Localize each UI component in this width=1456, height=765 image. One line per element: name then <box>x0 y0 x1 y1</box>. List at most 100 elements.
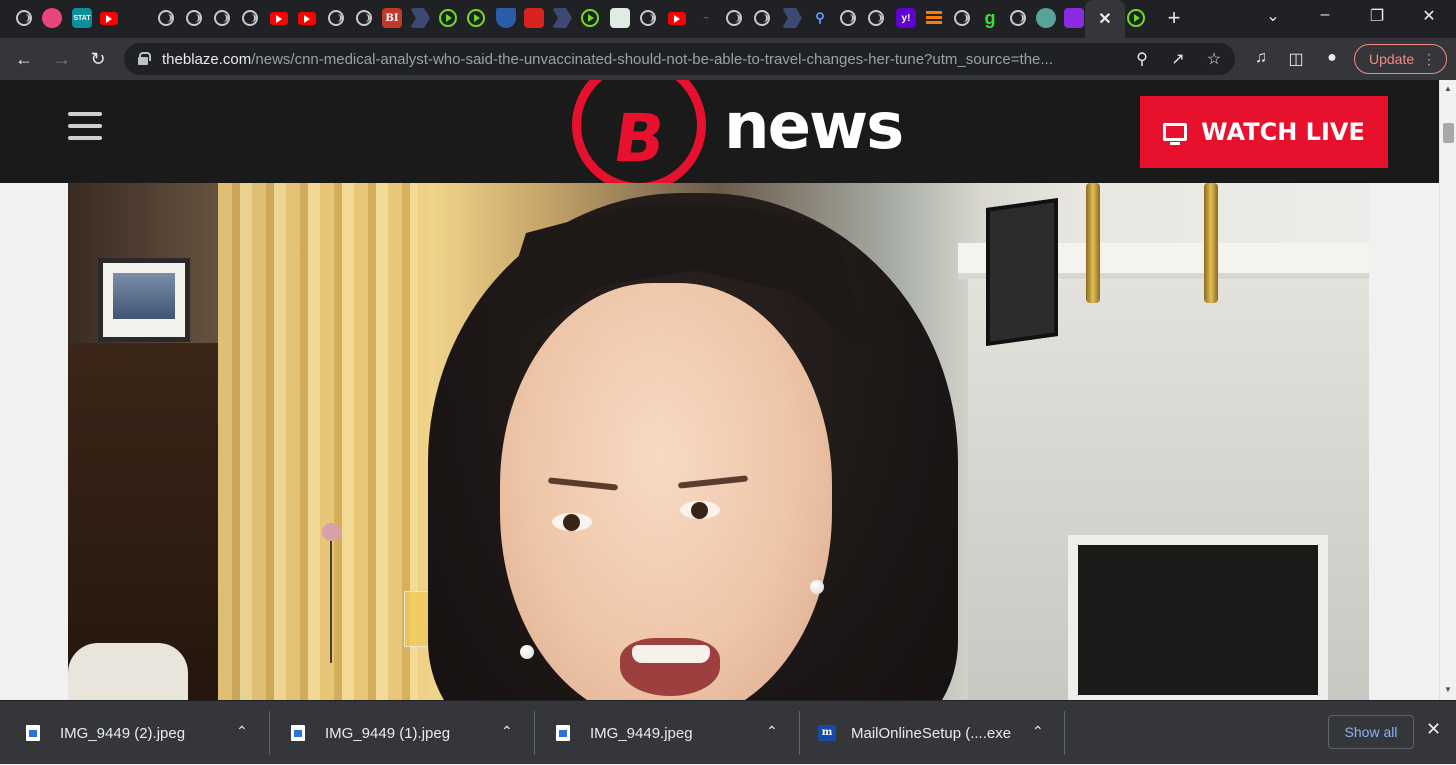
download-item[interactable]: IMG_9449.jpeg <box>556 701 693 765</box>
tab-globe-icon[interactable] <box>156 8 176 28</box>
media-control-icon[interactable]: ♫ <box>1250 49 1272 67</box>
tab-globe-icon[interactable] <box>866 8 886 28</box>
tab-shield-icon[interactable] <box>496 8 516 28</box>
tab-globe-icon[interactable] <box>212 8 232 28</box>
web-page: B news WATCH LIVE <box>0 80 1439 700</box>
blaze-logo-icon[interactable]: B <box>572 80 706 192</box>
tab-youtube-icon[interactable] <box>270 12 288 25</box>
tab-close-icon[interactable]: ✕ <box>1085 0 1125 38</box>
address-bar[interactable]: theblaze.com/news/cnn-medical-analyst-wh… <box>124 43 1235 75</box>
image-file-icon <box>26 725 40 741</box>
new-tab-icon[interactable]: + <box>1164 5 1184 30</box>
forward-arrow-icon[interactable]: → <box>50 47 74 71</box>
divider <box>1064 711 1065 755</box>
bookmark-star-icon[interactable]: ☆ <box>1204 49 1224 69</box>
tab-youtube-icon[interactable] <box>100 12 118 25</box>
tab-yahoo-icon[interactable]: y! <box>896 8 916 28</box>
download-bar: IMG_9449 (2).jpeg ⌃ IMG_9449 (1).jpeg ⌃ … <box>0 700 1456 764</box>
page-scrollbar[interactable]: ▲ ▼ <box>1439 80 1456 700</box>
tab-flag-icon[interactable] <box>410 8 430 28</box>
logo-news-text[interactable]: news <box>724 90 904 164</box>
browser-toolbar: ← → ↻ theblaze.com/news/cnn-medical-anal… <box>0 38 1456 80</box>
logo-letter: B <box>608 99 670 177</box>
earring-image <box>520 645 534 659</box>
menu-dots-icon[interactable]: ⋮ <box>1422 45 1436 73</box>
restore-icon[interactable]: ❐ <box>1362 6 1392 26</box>
tab-flag-icon[interactable] <box>552 8 572 28</box>
download-filename: IMG_9449 (2).jpeg <box>60 724 186 742</box>
chevron-up-icon[interactable]: ⌃ <box>1032 723 1044 740</box>
tab-globe-icon[interactable] <box>752 8 772 28</box>
tab-play-icon[interactable] <box>466 8 486 28</box>
tab-tree-icon[interactable] <box>1036 8 1056 28</box>
tab-globe-icon[interactable] <box>184 8 204 28</box>
tab-globe-icon[interactable] <box>724 8 744 28</box>
wall-picture-image <box>98 258 190 342</box>
reload-icon[interactable]: ↻ <box>86 47 110 71</box>
candlestick-image <box>1086 183 1100 303</box>
update-button[interactable]: Update ⋮ <box>1354 44 1447 74</box>
teeth-image <box>632 645 710 663</box>
scroll-up-icon[interactable]: ▲ <box>1444 84 1452 93</box>
back-arrow-icon[interactable]: ← <box>12 47 36 71</box>
watch-live-label: WATCH LIVE <box>1201 118 1365 146</box>
candlestick-image <box>1204 183 1218 303</box>
tab-globe-icon[interactable] <box>838 8 858 28</box>
share-icon[interactable]: ↗ <box>1168 49 1188 69</box>
tab-g-icon[interactable]: g <box>980 8 1000 28</box>
window-close-icon[interactable]: ✕ <box>1414 6 1444 26</box>
download-item[interactable]: IMG_9449 (1).jpeg <box>291 701 450 765</box>
article-video-frame[interactable] <box>68 183 1369 700</box>
image-file-icon <box>291 725 305 741</box>
url-text[interactable]: theblaze.com/news/cnn-medical-analyst-wh… <box>162 51 1122 68</box>
watch-live-button[interactable]: WATCH LIVE <box>1140 96 1388 168</box>
tab-youtube-icon[interactable] <box>668 12 686 25</box>
download-item[interactable]: IMG_9449 (2).jpeg <box>26 701 185 765</box>
tab-flag-icon[interactable] <box>782 8 802 28</box>
divider <box>534 711 535 755</box>
tab-youtube-icon[interactable] <box>298 12 316 25</box>
tab-pinwheel-icon[interactable] <box>42 8 62 28</box>
tab-play-icon[interactable] <box>1126 8 1146 28</box>
firebox-image <box>1068 535 1328 700</box>
update-label: Update <box>1369 51 1415 67</box>
sofa-image <box>68 643 188 700</box>
eye-image <box>680 501 720 519</box>
mantel-picture-image <box>986 197 1058 347</box>
tab-search-icon[interactable]: ⚲ <box>810 8 830 28</box>
tab-strip: STAT BI ~ ⚲ y! g ✕ + ⌄ – ❐ ✕ <box>0 0 1456 38</box>
tab-scribble-icon[interactable]: ~ <box>696 8 716 28</box>
download-filename: IMG_9449.jpeg <box>590 724 693 742</box>
tab-purple-icon[interactable] <box>1064 8 1084 28</box>
tab-globe-icon[interactable] <box>638 8 658 28</box>
tab-mic-icon[interactable] <box>524 8 544 28</box>
tab-globe-icon[interactable] <box>1008 8 1028 28</box>
download-item[interactable]: m MailOnlineSetup (....exe <box>818 701 1011 765</box>
tab-puzzle-icon[interactable] <box>610 8 630 28</box>
side-panel-icon[interactable]: ◫ <box>1285 49 1307 69</box>
chevron-up-icon[interactable]: ⌃ <box>501 723 513 740</box>
tab-play-icon[interactable] <box>580 8 600 28</box>
tab-globe-icon[interactable] <box>326 8 346 28</box>
chevron-up-icon[interactable]: ⌃ <box>766 723 778 740</box>
tab-bi-icon[interactable]: BI <box>382 8 402 28</box>
scroll-down-icon[interactable]: ▼ <box>1444 685 1452 694</box>
tab-globe-icon[interactable] <box>240 8 260 28</box>
zoom-icon[interactable]: ⚲ <box>1132 49 1152 69</box>
hamburger-menu-icon[interactable] <box>68 112 102 142</box>
tab-globe-icon[interactable] <box>14 8 34 28</box>
divider <box>799 711 800 755</box>
tab-search-chevron-icon[interactable]: ⌄ <box>1258 6 1288 26</box>
tab-bars-icon[interactable] <box>924 8 944 28</box>
chevron-up-icon[interactable]: ⌃ <box>236 723 248 740</box>
show-all-button[interactable]: Show all <box>1328 715 1414 749</box>
tab-play-icon[interactable] <box>438 8 458 28</box>
tab-globe-icon[interactable] <box>952 8 972 28</box>
minimize-icon[interactable]: – <box>1310 6 1340 24</box>
close-download-bar-icon[interactable]: ✕ <box>1426 719 1441 740</box>
scroll-thumb[interactable] <box>1443 123 1454 143</box>
profile-icon[interactable]: ● <box>1321 49 1343 67</box>
lock-icon[interactable] <box>138 52 151 65</box>
tab-globe-icon[interactable] <box>354 8 374 28</box>
tab-stat-icon[interactable]: STAT <box>72 8 92 28</box>
